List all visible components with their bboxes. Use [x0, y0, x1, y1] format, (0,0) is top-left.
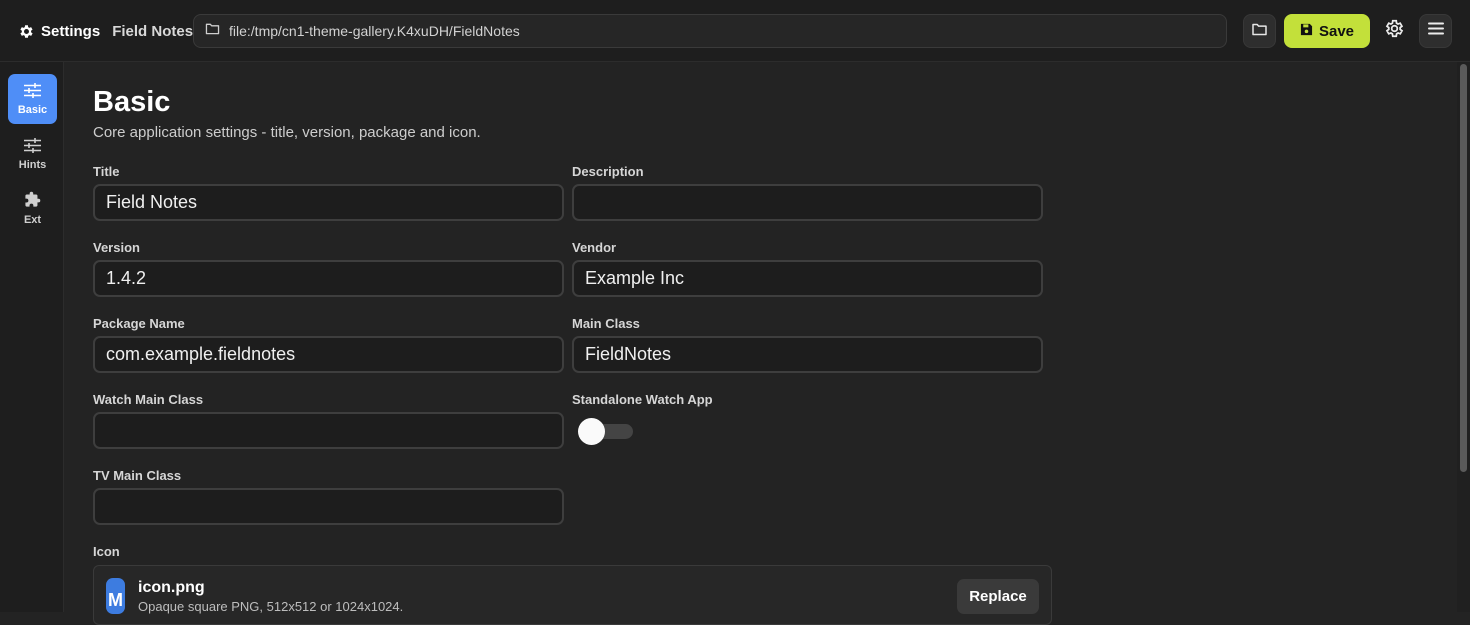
package-name-label: Package Name	[93, 316, 185, 331]
folder-icon	[205, 22, 220, 40]
save-button[interactable]: Save	[1284, 14, 1370, 48]
icon-card: M icon.png Opaque square PNG, 512x512 or…	[93, 565, 1052, 625]
sidebar-item-hints[interactable]: Hints	[8, 129, 57, 179]
replace-icon-button[interactable]: Replace	[957, 579, 1039, 614]
sidebar-item-ext[interactable]: Ext	[8, 183, 57, 233]
standalone-watch-app-label: Standalone Watch App	[572, 392, 713, 407]
gear-icon	[18, 23, 35, 40]
save-label: Save	[1318, 22, 1355, 40]
open-folder-button[interactable]	[1243, 14, 1276, 48]
hamburger-menu-icon	[1427, 22, 1444, 40]
page-subtitle: Core application settings - title, versi…	[93, 124, 481, 141]
sidebar-item-basic[interactable]: Basic	[8, 74, 57, 124]
sliders-icon	[24, 82, 41, 101]
sidebar-item-label: Basic	[17, 103, 48, 116]
sliders-icon	[24, 137, 41, 156]
icon-file-name: icon.png	[138, 579, 205, 596]
scrollbar[interactable]	[1457, 62, 1470, 612]
project-path-field[interactable]: file:/tmp/cn1-theme-gallery.K4xuDH/Field…	[193, 14, 1227, 48]
toggle-knob	[578, 418, 605, 445]
gear-icon	[1384, 18, 1405, 44]
standalone-watch-app-toggle[interactable]	[578, 418, 633, 445]
save-icon	[1300, 23, 1313, 40]
folder-icon	[1251, 22, 1268, 41]
sidebar-item-label: Ext	[23, 213, 42, 226]
main-class-label: Main Class	[572, 316, 640, 331]
puzzle-icon	[24, 191, 41, 211]
vendor-label: Vendor	[572, 240, 617, 255]
description-field[interactable]	[572, 184, 1043, 221]
watch-main-class-field[interactable]	[93, 412, 564, 449]
app-title: Settings	[41, 22, 101, 40]
title-field[interactable]	[93, 184, 564, 221]
sidebar: Basic Hints Ext	[0, 62, 64, 612]
icon-label: Icon	[93, 544, 120, 559]
main-class-field[interactable]	[572, 336, 1043, 373]
title-label: Title	[93, 164, 120, 179]
tv-main-class-field[interactable]	[93, 488, 564, 525]
package-name-field[interactable]	[93, 336, 564, 373]
app-icon-preview: M	[106, 578, 125, 614]
settings-button[interactable]	[1378, 14, 1410, 48]
sidebar-item-label: Hints	[18, 158, 47, 171]
vendor-field[interactable]	[572, 260, 1043, 297]
page-title: Basic	[93, 86, 171, 118]
top-bar: Settings Field Notes file:/tmp/cn1-theme…	[0, 0, 1470, 62]
watch-main-class-label: Watch Main Class	[93, 392, 204, 407]
description-label: Description	[572, 164, 644, 179]
tv-main-class-label: TV Main Class	[93, 468, 182, 483]
menu-button[interactable]	[1419, 14, 1452, 48]
scrollbar-thumb[interactable]	[1460, 64, 1467, 472]
version-label: Version	[93, 240, 140, 255]
project-name: Field Notes	[112, 22, 194, 40]
version-field[interactable]	[93, 260, 564, 297]
project-path-text: file:/tmp/cn1-theme-gallery.K4xuDH/Field…	[229, 23, 520, 39]
brand: Settings Field Notes	[18, 20, 193, 42]
